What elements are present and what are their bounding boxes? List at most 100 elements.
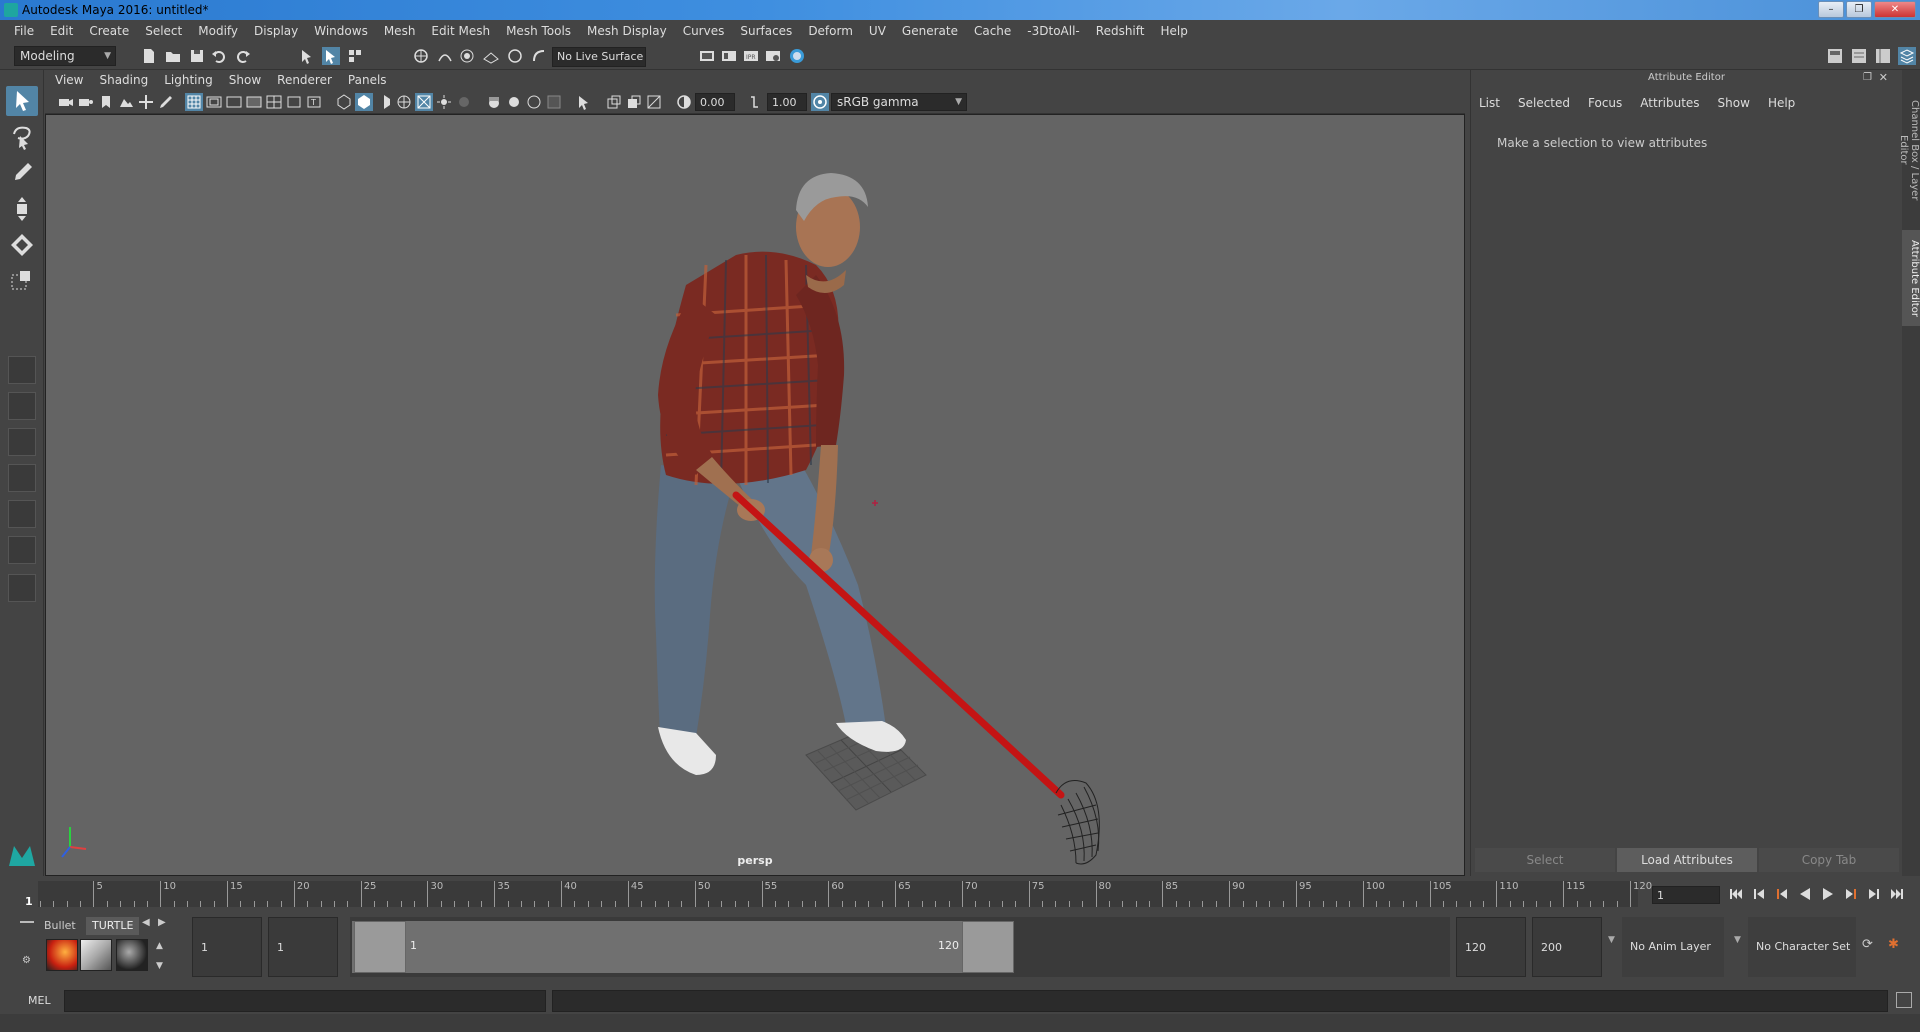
mel-command-input[interactable] (64, 990, 546, 1012)
ae-menu-attributes[interactable]: Attributes (1640, 96, 1699, 110)
panel-menu-view[interactable]: View (55, 73, 93, 87)
tab-attribute-editor[interactable]: Attribute Editor (1902, 230, 1920, 326)
range-slider[interactable]: 1 120 (350, 917, 1450, 977)
step-back-icon[interactable] (1751, 885, 1767, 903)
chevron-down-icon[interactable]: ▼ (1608, 935, 1615, 945)
persp-graph-layout-button[interactable] (8, 464, 36, 492)
playback-start-field[interactable]: 1 (268, 917, 338, 977)
close-panel-icon[interactable]: ✕ (1879, 71, 1888, 84)
end-time-field[interactable]: 200 (1532, 917, 1602, 977)
play-forwards-icon[interactable] (1820, 885, 1836, 903)
frame-selection-icon[interactable] (625, 93, 643, 111)
script-editor-icon[interactable] (1896, 992, 1912, 1008)
time-slider-track[interactable]: 5 10 15 20 25 30 35 40 45 50 55 60 65 70 75 80 85 90 95 100… (38, 881, 1652, 907)
scale-tool-icon[interactable] (6, 266, 38, 296)
toggle-tool-settings-icon[interactable] (1874, 47, 1892, 65)
range-start-handle[interactable] (354, 921, 406, 973)
step-back-key-icon[interactable] (1774, 885, 1790, 903)
shelf-settings-icon[interactable]: ⚙ (22, 955, 31, 966)
four-view-layout-button[interactable] (8, 392, 36, 420)
shelf-down-icon[interactable]: ▼ (156, 961, 163, 971)
make-live-icon[interactable] (530, 47, 548, 65)
two-d-pan-zoom-icon[interactable] (137, 93, 155, 111)
select-tool-icon[interactable] (6, 86, 38, 116)
load-attributes-button[interactable]: Load Attributes (1617, 848, 1757, 872)
rotate-tool-icon[interactable] (6, 230, 38, 260)
undo-icon[interactable] (210, 47, 228, 65)
toggle-modeling-toolkit-icon[interactable] (1850, 47, 1868, 65)
shelf-scroll-left-icon[interactable]: ◀ (142, 917, 150, 928)
shelf-scroll-right-icon[interactable]: ▶ (158, 917, 166, 928)
turtle-sphere-icon[interactable] (116, 939, 148, 971)
outliner-persp-graph-layout-button[interactable] (8, 536, 36, 564)
open-scene-icon[interactable] (164, 47, 182, 65)
color-management-icon[interactable] (811, 93, 829, 111)
ae-menu-list[interactable]: List (1479, 96, 1500, 110)
film-gate-icon[interactable] (205, 93, 223, 111)
textured-icon[interactable] (395, 93, 413, 111)
ipr-render-icon[interactable]: IPR (742, 47, 760, 65)
custom-layout-button[interactable] (8, 574, 36, 602)
xray-joints-icon[interactable] (505, 93, 523, 111)
grease-pencil-icon[interactable] (157, 93, 175, 111)
gamma-field[interactable]: 1.00 (767, 93, 807, 111)
go-to-start-icon[interactable] (1728, 885, 1744, 903)
select-hierarchy-icon[interactable] (298, 47, 316, 65)
snap-point-icon[interactable] (458, 47, 476, 65)
menu-create[interactable]: Create (81, 24, 137, 38)
menu-curves[interactable]: Curves (675, 24, 733, 38)
image-plane-icon[interactable] (117, 93, 135, 111)
snap-curve-icon[interactable] (436, 47, 454, 65)
menu-deform[interactable]: Deform (800, 24, 861, 38)
snap-surface-icon[interactable] (506, 47, 524, 65)
turtle-bake-icon[interactable] (80, 939, 112, 971)
shelf-tab-turtle[interactable]: TURTLE (86, 917, 140, 935)
render-frame-icon[interactable] (720, 47, 738, 65)
panel-menu-renderer[interactable]: Renderer (277, 73, 342, 87)
current-frame-field[interactable]: 1 (1652, 886, 1720, 904)
range-end-handle[interactable] (962, 921, 1014, 973)
shelf-up-icon[interactable]: ▲ (156, 941, 163, 951)
new-scene-icon[interactable] (140, 47, 158, 65)
lasso-tool-icon[interactable] (6, 122, 38, 152)
menu-edit[interactable]: Edit (42, 24, 81, 38)
turtle-render-icon[interactable] (46, 939, 78, 971)
menu-generate[interactable]: Generate (894, 24, 966, 38)
toggle-attribute-editor-icon[interactable] (1898, 47, 1916, 65)
hypershade-icon[interactable] (788, 47, 806, 65)
menu-edit-mesh[interactable]: Edit Mesh (423, 24, 498, 38)
bookmark-icon[interactable] (97, 93, 115, 111)
use-all-lights-icon[interactable] (415, 93, 433, 111)
workspace-icon[interactable] (1826, 47, 1844, 65)
menu-mesh-tools[interactable]: Mesh Tools (498, 24, 579, 38)
panel-menu-lighting[interactable]: Lighting (164, 73, 223, 87)
paint-select-tool-icon[interactable] (6, 158, 38, 188)
mel-label[interactable]: MEL (28, 994, 51, 1007)
chevron-down-icon[interactable]: ▼ (1734, 935, 1741, 945)
isolate-select-icon[interactable] (575, 93, 593, 111)
shelf-menu-icon[interactable] (20, 921, 34, 923)
go-to-end-icon[interactable] (1889, 885, 1905, 903)
start-time-field[interactable]: 1 (192, 917, 262, 977)
wireframe-icon[interactable] (335, 93, 353, 111)
hud-icon[interactable] (645, 93, 663, 111)
snap-plane-icon[interactable] (482, 47, 500, 65)
menu-uv[interactable]: UV (861, 24, 894, 38)
menu-mesh[interactable]: Mesh (376, 24, 424, 38)
menu-3dtoall[interactable]: -3DtoAll- (1019, 24, 1087, 38)
ae-menu-help[interactable]: Help (1768, 96, 1795, 110)
maximize-button[interactable]: ❐ (1846, 1, 1872, 18)
step-forward-icon[interactable] (1866, 885, 1882, 903)
shadows-icon[interactable] (435, 93, 453, 111)
menu-file[interactable]: File (6, 24, 42, 38)
anim-layer-selector[interactable]: No Anim Layer (1622, 917, 1724, 977)
frame-all-icon[interactable] (605, 93, 623, 111)
playback-end-field[interactable]: 120 (1456, 917, 1526, 977)
ae-menu-show[interactable]: Show (1718, 96, 1750, 110)
menu-mesh-display[interactable]: Mesh Display (579, 24, 675, 38)
menu-display[interactable]: Display (246, 24, 306, 38)
select-component-icon[interactable] (346, 47, 364, 65)
close-button[interactable]: ✕ (1874, 1, 1916, 18)
exposure-field[interactable]: 0.00 (695, 93, 735, 111)
select-object-icon[interactable] (322, 47, 340, 65)
